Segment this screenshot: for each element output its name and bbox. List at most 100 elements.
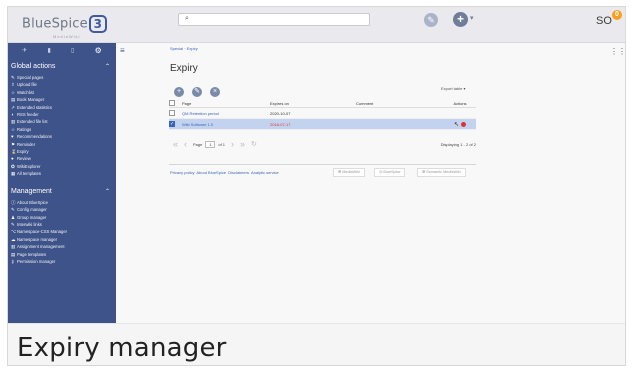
pin-icon[interactable]: ✈ — [22, 47, 27, 54]
footer-link-disclaimers[interactable]: Disclaimers — [228, 170, 249, 175]
page-link[interactable]: QM Retention period — [182, 111, 270, 116]
mediawiki-badge-label: MediaWiki — [342, 170, 360, 174]
table-row[interactable]: ✓ Wiki Software 1.0 2018-07-17 ↖ — [169, 119, 476, 130]
mediawiki-badge[interactable]: ❁ MediaWiki — [333, 168, 365, 177]
sidebar-item-label: Permission manager — [17, 258, 56, 264]
row-checkbox[interactable] — [169, 110, 182, 116]
management-item[interactable]: ✎ Interwiki links — [8, 221, 116, 228]
export-table-button[interactable]: Export table ▾ — [441, 86, 465, 91]
global-actions-item[interactable]: ▥ Extended file list — [8, 118, 116, 125]
management-item[interactable]: ▥ Assignment management — [8, 243, 116, 250]
export-label: Export table — [441, 86, 463, 91]
expiry-table: Page Expires on Comment Actions QM Reten… — [169, 99, 476, 130]
management-item[interactable]: ▤ Page templates — [8, 251, 116, 258]
smw-badge[interactable]: ❁ Semantic MediaWiki — [417, 168, 466, 177]
global-actions-item[interactable]: ↗ Extended statistics — [8, 104, 116, 111]
global-actions-item[interactable]: ⇪ Upload file — [8, 81, 116, 88]
new-page-button[interactable]: + — [453, 12, 468, 27]
management-item[interactable]: ⚷ Permission manager — [8, 258, 116, 265]
page-of-label: of 1 — [218, 141, 226, 147]
sidebar-item-label: All templates — [17, 171, 41, 177]
apps-grid-icon[interactable]: ⋮⋮ — [610, 47, 626, 56]
sidebar-item-label: RSS feeder — [17, 112, 39, 118]
expiry-date: 2020-10-07 — [270, 110, 291, 116]
breadcrumb[interactable]: Special · Expiry — [170, 46, 198, 51]
column-header-comment[interactable]: Comment — [356, 101, 444, 106]
sidebar-toolbar: ✈ ▮ ▯ ⚙ — [8, 43, 116, 57]
chevron-down-icon[interactable]: ▾ — [470, 14, 474, 22]
global-actions-item[interactable]: ◗ RSS feeder — [8, 111, 116, 118]
global-actions-item[interactable]: ⌛Expiry — [8, 148, 116, 155]
sidebar-item-label: Assignment management — [17, 244, 65, 250]
management-item[interactable]: ☁ Namespace manager — [8, 236, 116, 243]
global-actions-item[interactable]: ☆ Watchlist — [8, 89, 116, 96]
edit-button[interactable]: ✎ — [192, 87, 202, 97]
refresh-icon[interactable]: ↻ — [251, 140, 257, 148]
management-item[interactable]: ⌥Namespace-CSS Manager — [8, 228, 116, 235]
logo-subtitle: MediaWiki — [53, 34, 81, 39]
book-icon[interactable]: ▮ — [47, 47, 50, 54]
logo[interactable]: BlueSpice 3 — [22, 15, 107, 33]
global-actions-item[interactable]: ✪ WikiExplorer — [8, 163, 116, 170]
footer-link-about[interactable]: About BlueSpice — [196, 170, 226, 175]
next-page-icon[interactable]: › — [231, 139, 234, 149]
select-all-checkbox[interactable] — [169, 100, 182, 106]
user-avatar[interactable]: SO — [596, 15, 612, 27]
management-item[interactable]: ✎ Config manager — [8, 206, 116, 213]
sidebar-item-label: Expiry — [17, 149, 29, 155]
last-page-icon[interactable]: » — [240, 139, 245, 149]
global-actions-item[interactable]: ▦ All templates — [8, 170, 116, 177]
global-actions-item[interactable]: ● Review — [8, 155, 116, 162]
management-title: Management — [11, 187, 52, 195]
first-page-icon[interactable]: « — [173, 139, 178, 149]
table-row[interactable]: QM Retention period 2020-10-07 — [169, 108, 476, 119]
delete-row-icon[interactable] — [461, 121, 467, 127]
global-actions-item[interactable]: ⚑ Reminder — [8, 141, 116, 148]
logo-text: BlueSpice — [22, 16, 88, 32]
prev-page-icon[interactable]: ‹ — [184, 139, 187, 149]
sidebar-item-label: Namespace-CSS Manager — [17, 229, 68, 235]
expiry-date: 2018-07-17 — [270, 121, 291, 127]
delete-button[interactable]: × — [210, 87, 220, 97]
gear-icon[interactable]: ⚙ — [95, 46, 102, 55]
sidebar-item-label: Recommendations — [17, 134, 52, 140]
footer-link-analytics[interactable]: Analytic service — [251, 170, 279, 175]
footer-link-privacy[interactable]: Privacy policy — [170, 170, 194, 175]
global-actions-header[interactable]: Global actions ⌃ — [8, 63, 116, 70]
column-header-expires[interactable]: Expires on — [270, 101, 356, 106]
global-actions-item[interactable]: ▤ Book Manager — [8, 96, 116, 103]
management-header[interactable]: Management ⌃ — [8, 188, 116, 195]
logo-number: 3 — [88, 15, 107, 33]
pagination: « ‹ Page 1 of 1 › » ↻ Displaying 1 - 2 o… — [173, 139, 476, 149]
sidebar-item-label: Ratings — [17, 126, 32, 132]
global-actions-item[interactable]: ✎ Special pages — [8, 74, 116, 81]
sidebar-item-label: Namespace manager — [17, 236, 58, 242]
bluespice-badge[interactable]: ◎ BlueSpice — [374, 168, 406, 177]
menu-toggle-icon[interactable]: ≡ — [120, 46, 125, 55]
global-actions-item[interactable]: ♥ Recommendations — [8, 133, 116, 140]
row-checkbox[interactable]: ✓ — [169, 121, 182, 127]
page-title: Expiry — [170, 63, 198, 74]
management-item[interactable]: ♟ Group manager — [8, 214, 116, 221]
sidebar-item-label: Special pages — [17, 75, 44, 80]
global-actions-item[interactable]: ☆ Ratings — [8, 126, 116, 133]
column-header-page[interactable]: Page — [182, 101, 270, 106]
sidebar-item-label: Book Manager — [17, 97, 45, 103]
management-item[interactable]: ⓘ About BlueSpice — [8, 199, 116, 206]
caption: Expiry manager — [17, 333, 227, 363]
sidebar: ✈ ▮ ▯ ⚙ Global actions ⌃ ✎ Special pages ⇪… — [8, 43, 116, 323]
page-number-input[interactable]: 1 — [205, 140, 216, 148]
footer-links: Privacy policy About BlueSpice Disclaime… — [170, 170, 279, 175]
row-actions: ↖ — [444, 121, 476, 128]
edit-icon[interactable]: ✎ — [424, 13, 438, 27]
notification-badge[interactable]: 0 — [612, 10, 622, 20]
sidebar-item-label: About BlueSpice — [17, 199, 48, 205]
trash-icon[interactable]: ▯ — [71, 47, 74, 54]
search-input[interactable]: ⌕ — [178, 13, 370, 26]
column-header-actions: Actions — [453, 100, 467, 106]
footer-divider — [169, 164, 476, 165]
sidebar-item-label: Page templates — [17, 251, 47, 257]
page-link[interactable]: Wiki Software 1.0 — [182, 122, 270, 127]
add-button[interactable]: + — [174, 87, 184, 97]
bluespice-badge-label: BlueSpice — [383, 170, 401, 174]
